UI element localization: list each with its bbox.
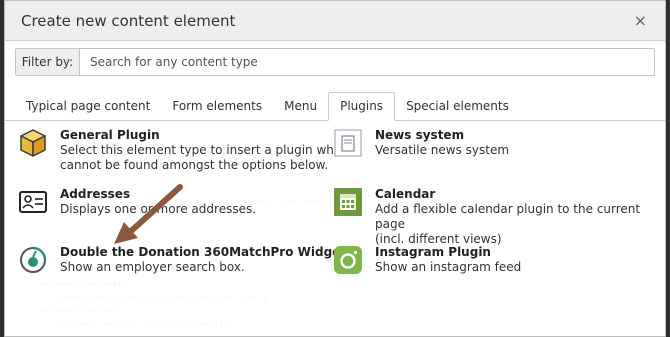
search-input[interactable] [79,48,655,76]
calendar-icon [333,187,363,217]
plugin-description: Show an instagram feed [375,260,522,274]
plugin-calendar[interactable]: Calendar Add a flexible calendar plugin … [333,187,654,247]
tab-plugins[interactable]: Plugins [328,92,396,121]
plugin-title: Instagram Plugin [375,245,491,259]
plugin-description: Show an employer search box. [60,260,245,274]
address-card-icon [18,187,48,217]
plugin-title: Calendar [375,187,436,201]
plugin-description: Displays one or more addresses. [60,202,257,216]
plugin-news-system[interactable]: News system Versatile news system [333,128,509,158]
plugin-description: Add a flexible calendar plugin to the cu… [375,202,641,231]
filter-label: Filter by: [15,48,79,76]
plugin-title: General Plugin [60,128,160,142]
plugin-description: Select this element type to insert a plu… [60,143,352,157]
tab-form-elements[interactable]: Form elements [161,93,273,120]
dialog-header: Create new content element × [5,1,665,41]
background-artifact: ···· ····· ········· ·· ········ ·······… [60,293,268,302]
background-artifact: ········· ······ [40,306,118,315]
instagram-icon [333,245,363,275]
plugin-360matchpro[interactable]: Double the Donation 360MatchPro Widget S… [18,245,346,275]
tab-menu[interactable]: Menu [273,93,328,120]
background-artifact: ········ ······· ········ ·· ······· [60,319,234,328]
tab-special-elements[interactable]: Special elements [395,93,520,120]
360matchpro-icon [18,245,48,275]
close-icon[interactable]: × [634,11,647,30]
plugin-addresses[interactable]: Addresses Displays one or more addresses… [18,187,256,217]
plugin-description: Versatile news system [375,143,510,157]
tab-bar: Typical page content Form elements Menu … [5,92,665,121]
plugin-instagram[interactable]: Instagram Plugin Show an instagram feed [333,245,521,275]
filter-bar: Filter by: [15,48,655,76]
plugin-description: cannot be found amongst the options belo… [60,158,329,172]
plugin-title: News system [375,128,465,142]
plugin-general[interactable]: General Plugin Select this element type … [18,128,351,173]
dialog-title: Create new content element [21,11,236,30]
plugin-title: Addresses [60,187,131,201]
background-artifact: ········· ········ [40,280,127,289]
cube-icon [18,128,48,158]
tab-typical-page-content[interactable]: Typical page content [15,93,161,120]
news-icon [333,128,363,158]
plugin-title: Double the Donation 360MatchPro Widget [60,245,347,259]
